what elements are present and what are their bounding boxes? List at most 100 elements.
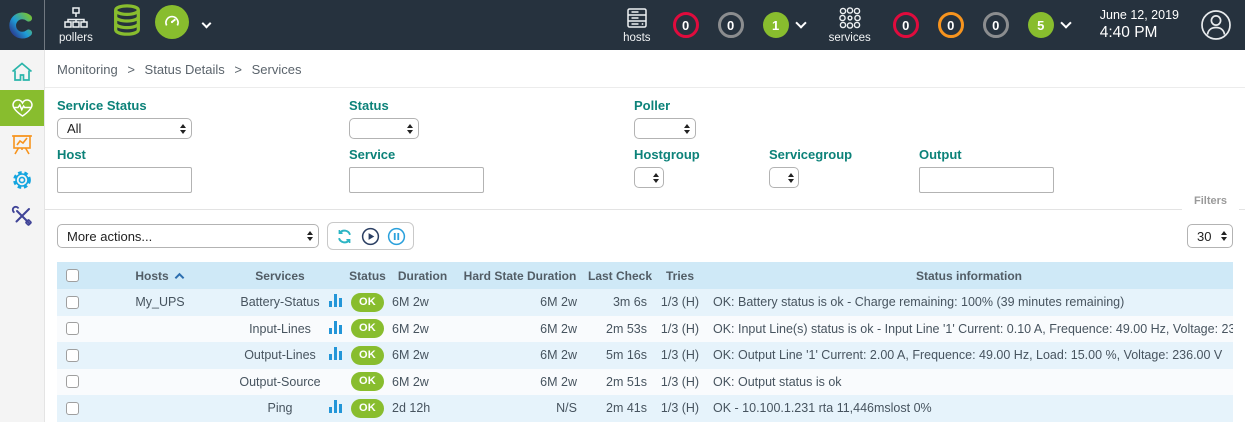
database-status-icon[interactable] <box>109 3 145 42</box>
refresh-button[interactable] <box>335 227 354 246</box>
sidebar-item-home[interactable] <box>0 54 44 90</box>
status-badge: OK <box>351 293 384 312</box>
service-graph-icon[interactable] <box>329 400 342 413</box>
poller-chevron-down-icon[interactable] <box>201 18 211 28</box>
poller-select[interactable] <box>634 118 696 139</box>
service-status-select[interactable]: All <box>57 118 192 139</box>
services-counter-orange[interactable]: 0 <box>938 12 964 38</box>
column-header-last-check[interactable]: Last Check <box>585 269 655 283</box>
services-counter-green-filled[interactable]: 5 <box>1028 12 1054 38</box>
column-header-duration[interactable]: Duration <box>390 269 455 283</box>
row-checkbox[interactable] <box>66 322 79 335</box>
service-input[interactable] <box>349 167 484 193</box>
host-input[interactable] <box>57 167 192 193</box>
column-header-hard-state-duration[interactable]: Hard State Duration <box>455 269 585 283</box>
table-row: My_UPSBattery-StatusOK6M 2w6M 2w3m 6s1/3… <box>57 289 1233 316</box>
hosts-counter-gray[interactable]: 0 <box>718 12 744 38</box>
row-checkbox[interactable] <box>66 296 79 309</box>
sidebar-item-reporting[interactable] <box>0 126 44 162</box>
service-graph-icon[interactable] <box>329 321 342 334</box>
service-name[interactable]: Battery-Status <box>235 295 325 309</box>
sidebar-item-monitoring[interactable] <box>0 90 44 126</box>
last-check: 2m 53s <box>585 322 655 336</box>
row-checkbox[interactable] <box>66 349 79 362</box>
pollers-menu[interactable]: pollers <box>59 6 93 45</box>
service-graph-icon[interactable] <box>329 347 342 360</box>
service-name[interactable]: Output-Source <box>235 375 325 389</box>
hard-state-duration: 6M 2w <box>455 348 585 362</box>
hosts-chevron-down-icon[interactable] <box>795 17 806 28</box>
row-checkbox[interactable] <box>66 402 79 415</box>
services-counter-gray[interactable]: 0 <box>983 12 1009 38</box>
services-counter-red[interactable]: 0 <box>893 12 919 38</box>
select-arrows-icon <box>180 124 186 134</box>
enable-checks-button[interactable] <box>361 227 380 246</box>
column-header-status-information[interactable]: Status information <box>705 269 1233 283</box>
tools-icon <box>10 204 34 228</box>
host-name[interactable]: My_UPS <box>85 295 235 309</box>
filter-panel: Service Status All Status Poller <box>45 88 1245 210</box>
tries: 1/3 (H) <box>655 401 705 415</box>
graph-cell <box>325 321 345 337</box>
content: Monitoring > Status Details > Services S… <box>45 50 1245 422</box>
select-arrows-icon <box>1221 231 1227 241</box>
centreon-logo[interactable] <box>0 0 45 50</box>
column-header-hosts[interactable]: Hosts <box>85 269 235 283</box>
table-row: Output-SourceOK6M 2w6M 2w2m 51s1/3 (H)OK… <box>57 369 1233 396</box>
sort-ascending-icon <box>174 272 185 280</box>
status-badge: OK <box>351 319 384 338</box>
pollers-icon <box>63 6 89 30</box>
duration: 6M 2w <box>390 348 455 362</box>
service-name[interactable]: Input-Lines <box>235 322 325 336</box>
status-information: OK - 10.100.1.231 rta 11,446mslost 0% <box>705 401 1233 415</box>
hosts-menu[interactable]: hosts <box>623 6 651 45</box>
status-select[interactable] <box>349 118 419 139</box>
latency-gauge-icon[interactable] <box>155 5 189 39</box>
service-status-label: Service Status <box>57 98 147 113</box>
more-actions-select[interactable]: More actions... <box>57 224 319 248</box>
breadcrumb-services[interactable]: Services <box>252 62 302 77</box>
column-header-services[interactable]: Services <box>235 269 325 283</box>
filters-panel-toggle[interactable]: Filters <box>1182 192 1239 210</box>
select-all-checkbox[interactable] <box>66 269 79 282</box>
graph-cell <box>325 400 345 416</box>
chart-board-icon <box>10 132 34 156</box>
column-header-status[interactable]: Status <box>345 269 390 283</box>
breadcrumb-monitoring[interactable]: Monitoring <box>57 62 118 77</box>
services-menu[interactable]: services <box>829 6 871 45</box>
hostgroup-select[interactable] <box>634 167 664 188</box>
disable-checks-button[interactable] <box>387 227 406 246</box>
service-label: Service <box>349 147 395 162</box>
last-check: 2m 41s <box>585 401 655 415</box>
status-cell: OK <box>345 399 390 418</box>
service-name[interactable]: Output-Lines <box>235 348 325 362</box>
hosts-counter-red[interactable]: 0 <box>673 12 699 38</box>
row-checkbox[interactable] <box>66 375 79 388</box>
output-input[interactable] <box>919 167 1054 193</box>
column-header-tries[interactable]: Tries <box>655 269 705 283</box>
status-information: OK: Input Line(s) status is ok - Input L… <box>705 322 1233 336</box>
tries: 1/3 (H) <box>655 322 705 336</box>
centreon-logo-icon <box>9 12 36 39</box>
status-badge: OK <box>351 399 384 418</box>
pause-icon <box>387 227 406 246</box>
per-page-select[interactable]: 30 <box>1187 224 1233 248</box>
service-name[interactable]: Ping <box>235 401 325 415</box>
sidebar <box>0 50 45 422</box>
sidebar-item-configuration[interactable] <box>0 162 44 198</box>
services-counters: 0005 <box>893 12 1054 38</box>
user-profile-button[interactable] <box>1199 8 1233 42</box>
sidebar-item-administration[interactable] <box>0 198 44 234</box>
row-checkbox-cell <box>57 375 85 388</box>
hosts-counter-green-filled[interactable]: 1 <box>763 12 789 38</box>
service-graph-icon[interactable] <box>329 294 342 307</box>
services-chevron-down-icon[interactable] <box>1060 17 1071 28</box>
hosts-counters: 001 <box>673 12 789 38</box>
table-row: Input-LinesOK6M 2w6M 2w2m 53s1/3 (H)OK: … <box>57 316 1233 343</box>
servicegroup-select[interactable] <box>769 167 799 188</box>
toolbar: More actions... <box>45 210 1245 260</box>
refresh-icon <box>335 227 354 246</box>
select-arrows-icon <box>653 173 659 183</box>
table-header-row: Hosts Services Status Duration Hard Stat… <box>57 262 1233 289</box>
breadcrumb-status-details[interactable]: Status Details <box>145 62 225 77</box>
